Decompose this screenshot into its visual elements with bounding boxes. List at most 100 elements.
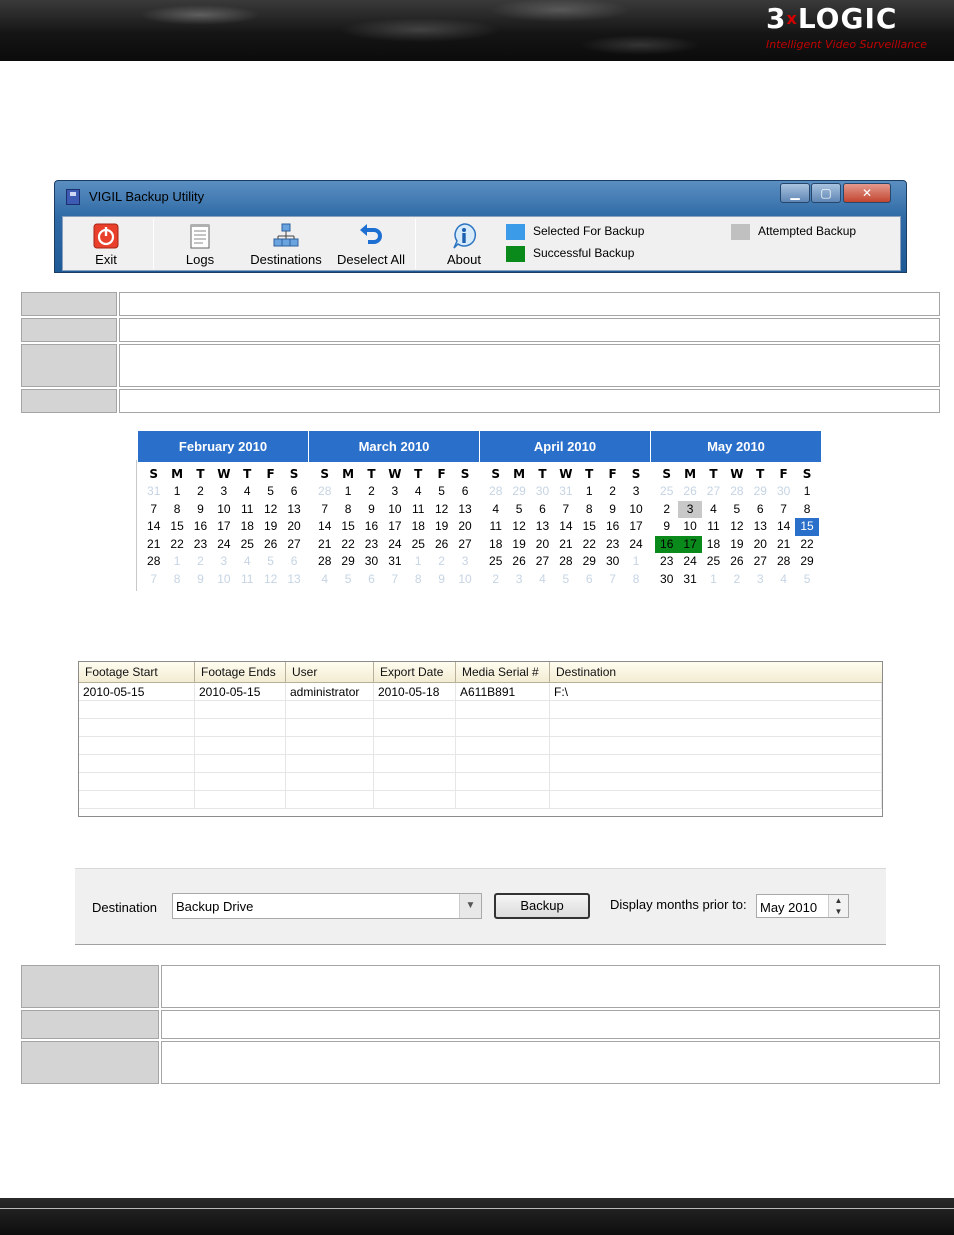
display-months-spinner[interactable]: May 2010 ▲ ▼ bbox=[756, 894, 849, 918]
calendar-day[interactable]: 10 bbox=[383, 501, 406, 519]
backup-button[interactable]: Backup bbox=[494, 893, 590, 919]
calendar-day[interactable]: 4 bbox=[236, 553, 259, 571]
calendar-day[interactable]: 5 bbox=[259, 483, 282, 501]
calendar-day[interactable]: 14 bbox=[772, 518, 795, 536]
calendar-day[interactable]: 7 bbox=[383, 571, 406, 589]
calendar-day[interactable]: 7 bbox=[142, 571, 165, 589]
calendar-day[interactable]: 5 bbox=[554, 571, 577, 589]
calendar-day[interactable]: 15 bbox=[578, 518, 601, 536]
calendar-day[interactable]: 1 bbox=[336, 483, 359, 501]
calendar-day[interactable]: 26 bbox=[678, 483, 701, 501]
destinations-button[interactable]: Destinations bbox=[246, 217, 326, 272]
empty-table-cell[interactable] bbox=[195, 773, 286, 791]
calendar-day[interactable]: 3 bbox=[212, 553, 235, 571]
calendar-day[interactable]: 3 bbox=[624, 483, 647, 501]
calendar-day[interactable]: 6 bbox=[749, 501, 772, 519]
calendar-day[interactable]: 26 bbox=[430, 536, 453, 554]
exit-button[interactable]: Exit bbox=[63, 217, 149, 272]
calendar-day[interactable]: 30 bbox=[772, 483, 795, 501]
calendar-day[interactable]: 20 bbox=[749, 536, 772, 554]
calendar-day[interactable]: 29 bbox=[336, 553, 359, 571]
calendar-day[interactable]: 31 bbox=[142, 483, 165, 501]
calendar-day[interactable]: 24 bbox=[678, 553, 701, 571]
calendar-day[interactable]: 30 bbox=[601, 553, 624, 571]
empty-table-cell[interactable] bbox=[456, 773, 550, 791]
calendar-day[interactable]: 21 bbox=[313, 536, 336, 554]
calendar-day[interactable]: 18 bbox=[236, 518, 259, 536]
calendar-day[interactable]: 11 bbox=[702, 518, 725, 536]
calendar-day[interactable]: 10 bbox=[212, 501, 235, 519]
empty-table-cell[interactable] bbox=[195, 791, 286, 809]
empty-table-cell[interactable] bbox=[456, 791, 550, 809]
column-header-media-serial[interactable]: Media Serial # bbox=[456, 662, 550, 683]
calendar-day[interactable]: 20 bbox=[531, 536, 554, 554]
calendar-day[interactable]: 14 bbox=[313, 518, 336, 536]
empty-table-cell[interactable] bbox=[79, 791, 195, 809]
column-header-export-date[interactable]: Export Date bbox=[374, 662, 456, 683]
calendar-day[interactable]: 16 bbox=[360, 518, 383, 536]
maximize-button[interactable]: ▢ bbox=[811, 183, 841, 203]
empty-table-cell[interactable] bbox=[195, 701, 286, 719]
logs-button[interactable]: Logs bbox=[165, 217, 235, 272]
calendar-day[interactable]: 19 bbox=[507, 536, 530, 554]
calendar-day[interactable]: 27 bbox=[702, 483, 725, 501]
calendar-day[interactable]: 5 bbox=[336, 571, 359, 589]
calendar-day[interactable]: 1 bbox=[165, 483, 188, 501]
empty-table-cell[interactable] bbox=[550, 755, 882, 773]
empty-table-cell[interactable] bbox=[374, 719, 456, 737]
calendar-day[interactable]: 23 bbox=[360, 536, 383, 554]
calendar-day[interactable]: 25 bbox=[484, 553, 507, 571]
calendar-day[interactable]: 30 bbox=[360, 553, 383, 571]
calendar-day[interactable]: 3 bbox=[678, 500, 702, 519]
empty-table-cell[interactable] bbox=[374, 737, 456, 755]
calendar-day[interactable]: 26 bbox=[725, 553, 748, 571]
calendar-day[interactable]: 30 bbox=[531, 483, 554, 501]
calendar-day[interactable]: 27 bbox=[749, 553, 772, 571]
calendar-day[interactable]: 3 bbox=[749, 571, 772, 589]
calendar-day[interactable]: 9 bbox=[601, 501, 624, 519]
calendar-day[interactable]: 17 bbox=[624, 518, 647, 536]
calendar-day[interactable]: 22 bbox=[336, 536, 359, 554]
calendar-day[interactable]: 3 bbox=[212, 483, 235, 501]
table-cell[interactable]: F:\ bbox=[550, 683, 882, 701]
calendar-day[interactable]: 8 bbox=[407, 571, 430, 589]
calendar-day[interactable]: 12 bbox=[259, 571, 282, 589]
calendar-day[interactable]: 5 bbox=[795, 571, 818, 589]
empty-table-cell[interactable] bbox=[79, 773, 195, 791]
empty-table-cell[interactable] bbox=[79, 719, 195, 737]
calendar-day[interactable]: 11 bbox=[236, 571, 259, 589]
empty-table-cell[interactable] bbox=[550, 719, 882, 737]
empty-table-cell[interactable] bbox=[456, 701, 550, 719]
calendar-day[interactable]: 6 bbox=[531, 501, 554, 519]
table-cell[interactable]: 2010-05-18 bbox=[374, 683, 456, 701]
calendar-day[interactable]: 28 bbox=[313, 553, 336, 571]
backup-log-table[interactable]: Footage Start Footage Ends User Export D… bbox=[78, 661, 883, 817]
calendar-day[interactable]: 6 bbox=[282, 553, 305, 571]
calendar-day[interactable]: 21 bbox=[142, 536, 165, 554]
calendar-day[interactable]: 24 bbox=[212, 536, 235, 554]
calendar-day[interactable]: 13 bbox=[282, 501, 305, 519]
calendar-day[interactable]: 6 bbox=[453, 483, 476, 501]
empty-table-cell[interactable] bbox=[550, 737, 882, 755]
calendar-day[interactable]: 9 bbox=[189, 501, 212, 519]
calendar-day[interactable]: 23 bbox=[601, 536, 624, 554]
calendar-day[interactable]: 2 bbox=[189, 483, 212, 501]
calendar-day[interactable]: 13 bbox=[282, 571, 305, 589]
calendar-day[interactable]: 23 bbox=[189, 536, 212, 554]
calendar-day[interactable]: 29 bbox=[749, 483, 772, 501]
calendar-day[interactable]: 10 bbox=[212, 571, 235, 589]
table-cell[interactable]: 2010-05-15 bbox=[195, 683, 286, 701]
calendar-day[interactable]: 4 bbox=[531, 571, 554, 589]
empty-table-cell[interactable] bbox=[374, 773, 456, 791]
empty-table-cell[interactable] bbox=[286, 701, 374, 719]
deselect-all-button[interactable]: Deselect All bbox=[331, 217, 411, 272]
calendar-day[interactable]: 4 bbox=[236, 483, 259, 501]
destination-select[interactable]: Backup Drive ▼ bbox=[172, 893, 482, 919]
calendar-day[interactable]: 25 bbox=[655, 483, 678, 501]
calendar-day[interactable]: 16 bbox=[189, 518, 212, 536]
calendar-day[interactable]: 16 bbox=[601, 518, 624, 536]
empty-table-cell[interactable] bbox=[286, 773, 374, 791]
calendar-day[interactable]: 26 bbox=[507, 553, 530, 571]
empty-table-cell[interactable] bbox=[550, 701, 882, 719]
calendar-day[interactable]: 10 bbox=[453, 571, 476, 589]
